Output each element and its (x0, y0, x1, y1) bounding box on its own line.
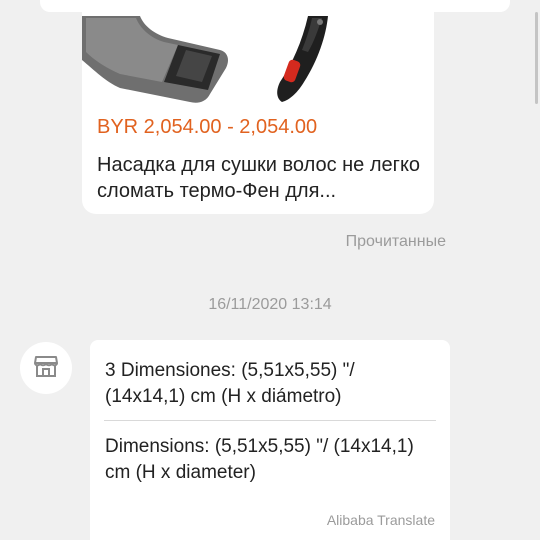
translate-credit: Alibaba Translate (326, 512, 435, 528)
scrollbar-thumb[interactable] (535, 12, 538, 104)
product-price: BYR 2,054.00 - 2,054.00 (97, 116, 318, 138)
message-original-text: 3 Dimensiones: (5,51x5,55) "/ (14x14,1) … (105, 360, 355, 407)
product-title[interactable]: Насадка для сушки волос не легко сломать… (97, 152, 423, 204)
read-status: Прочитанные (345, 233, 446, 250)
message-translated-text: Dimensions: (5,51x5,55) "/ (14x14,1) cm … (105, 436, 414, 483)
message-divider (104, 420, 436, 421)
message-bubble[interactable]: 3 Dimensiones: (5,51x5,55) "/ (14x14,1) … (90, 340, 450, 540)
product-card[interactable]: BYR 2,054.00 - 2,054.00 Насадка для сушк… (82, 0, 434, 214)
seller-avatar[interactable] (20, 342, 72, 394)
message-timestamp: 16/11/2020 13:14 (208, 296, 332, 313)
store-icon (33, 353, 59, 384)
product-image (82, 16, 434, 106)
